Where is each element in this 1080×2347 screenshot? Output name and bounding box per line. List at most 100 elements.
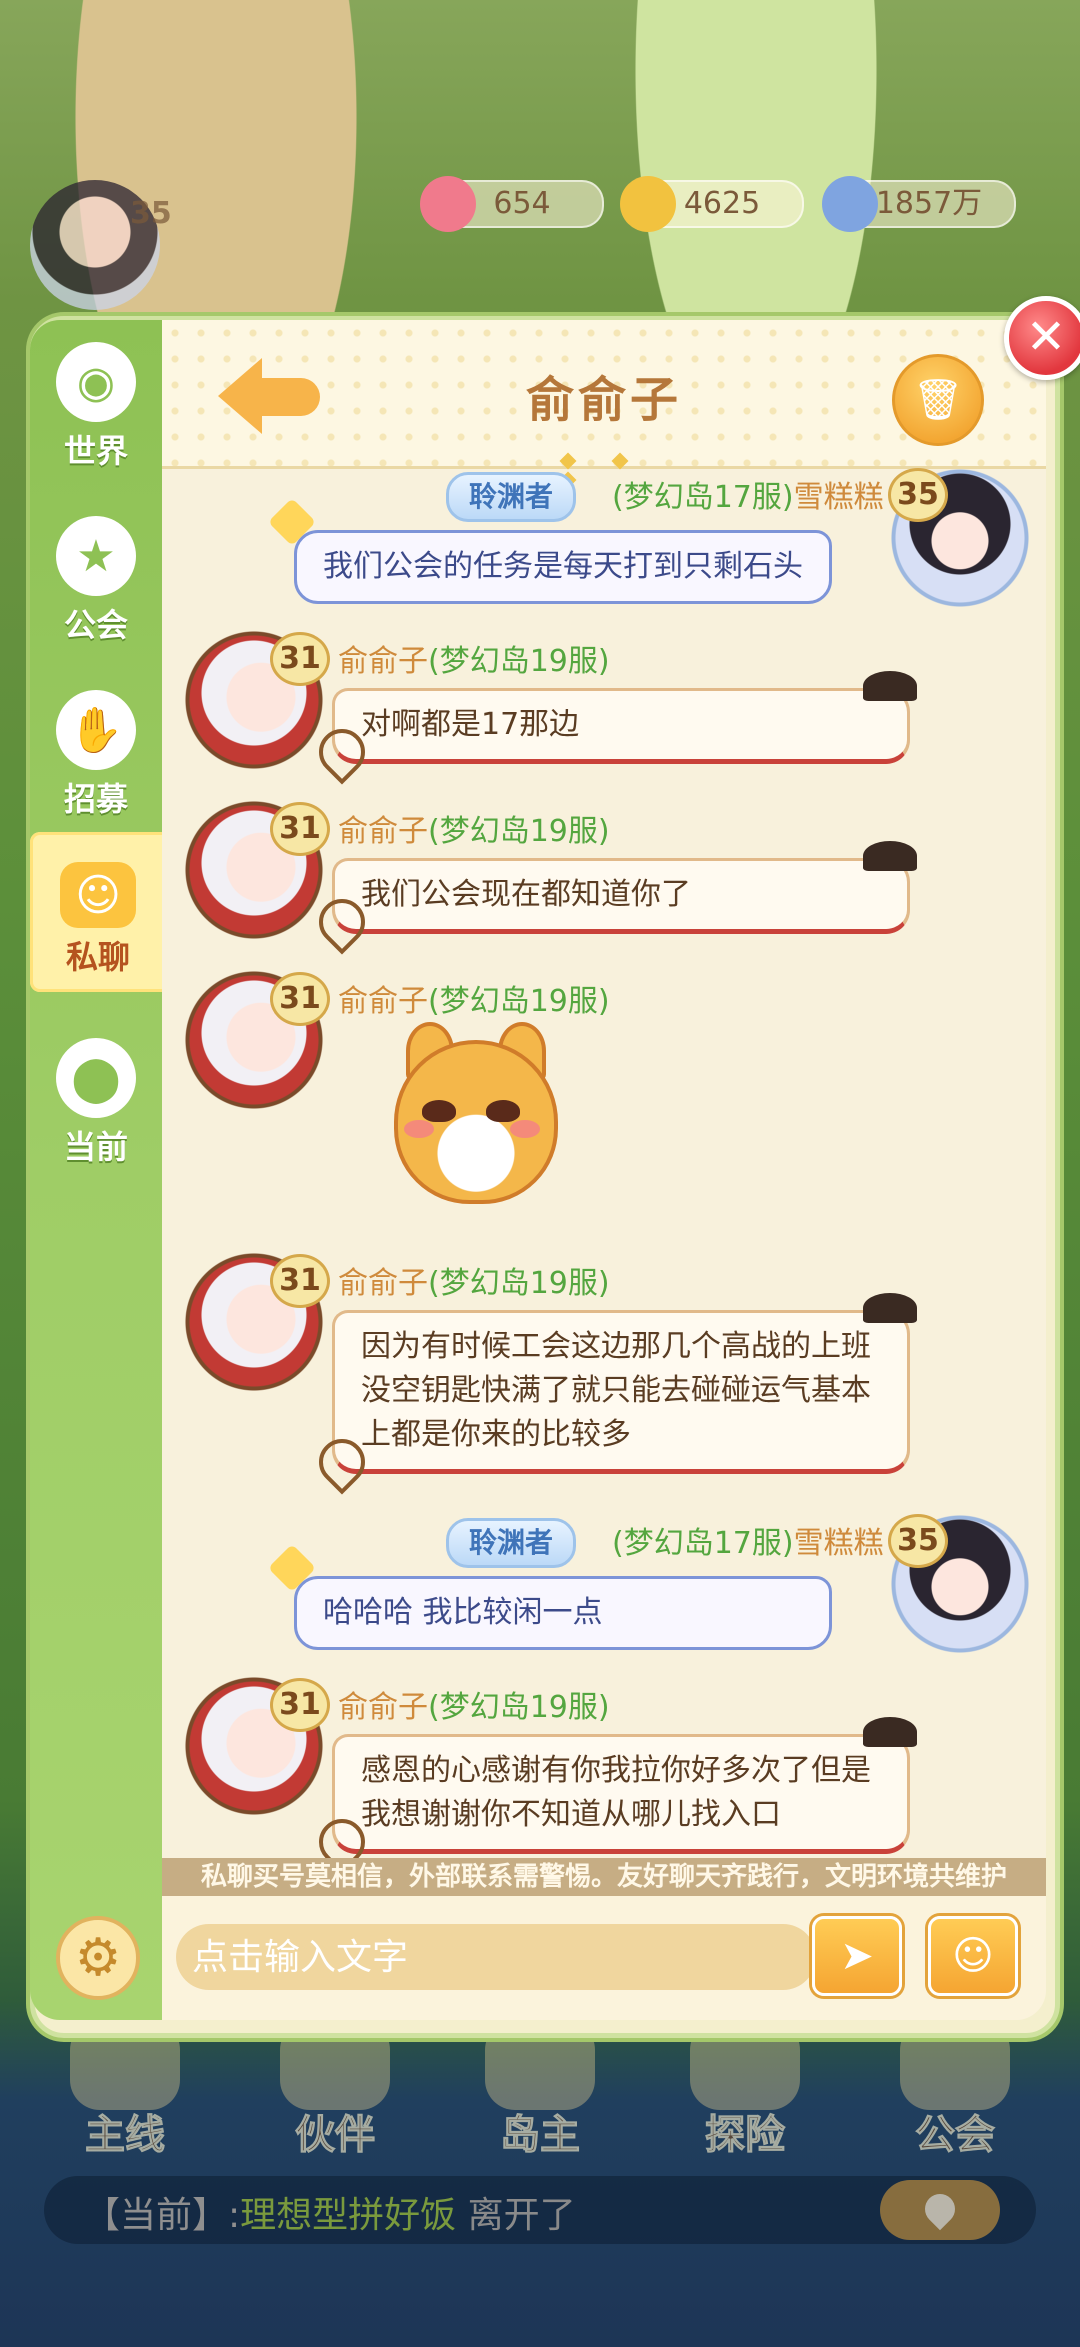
sender-server: (梦幻岛19服) xyxy=(428,644,610,679)
sidebar-label: 当前 xyxy=(63,1128,128,1166)
coin-counter[interactable]: 4625 xyxy=(620,176,804,232)
globe-icon: ◉ xyxy=(56,342,136,422)
sender-line: (梦幻岛17服)雪糕糕 xyxy=(612,1518,884,1562)
location-button[interactable] xyxy=(880,2180,1000,2240)
sender-server: (梦幻岛19服) xyxy=(428,814,610,849)
star-icon xyxy=(267,1543,317,1593)
sender-name: 俞俞子 xyxy=(338,1690,428,1725)
sidebar-item-private-chat[interactable]: ☺ 私聊 xyxy=(30,832,166,992)
location-pin-icon xyxy=(918,2187,962,2231)
nav-guild[interactable]: 公会 xyxy=(880,2020,1030,2170)
sidebar-item-guild[interactable]: ★ 公会 xyxy=(30,504,162,664)
chat-input-bar: ➤ ☺ xyxy=(162,1896,1046,2020)
message-text-line: 上都是你来的比较多 xyxy=(361,1417,631,1452)
sender-server: (梦幻岛19服) xyxy=(428,1266,610,1301)
power-value: 1857万 xyxy=(875,186,983,221)
pirate-hat-icon xyxy=(863,1293,917,1323)
chat-header: 俞俞子 🗑 xyxy=(162,320,1046,489)
shiba-sticker[interactable] xyxy=(394,1022,558,1204)
sidebar-item-recruit[interactable]: ✋ 招募 xyxy=(30,678,162,838)
sender-name: 俞俞子 xyxy=(338,814,428,849)
message-bubble[interactable]: 我们公会现在都知道你了 xyxy=(309,841,917,955)
settings-gear-icon[interactable]: ⚙ xyxy=(56,1916,140,2000)
sender-name: 俞俞子 xyxy=(338,1266,428,1301)
message-bubble[interactable]: 感恩的心感谢有你我拉你好多次了但是 我想谢谢你不知道从哪儿找入口 xyxy=(309,1717,917,1858)
channel-sidebar: ◉ 世界 ★ 公会 ✋ 招募 ☺ 私聊 ⬤ 当前 xyxy=(30,320,166,2020)
sidebar-label: 招募 xyxy=(63,780,128,818)
title-badge: 聆渊者 xyxy=(446,472,577,522)
level-badge: 35 xyxy=(888,1514,948,1568)
sender-line: 俞俞子(梦幻岛19服) xyxy=(338,1682,610,1726)
channel-action: 离开了 xyxy=(467,2195,576,2236)
sidebar-label: 私聊 xyxy=(65,938,130,976)
power-counter[interactable]: 1857万 xyxy=(822,176,1016,232)
coin-icon xyxy=(620,176,676,232)
message-text-line: 我想谢谢你不知道从哪儿找入口 xyxy=(361,1797,781,1832)
chat-bubble-icon: ☺ xyxy=(60,862,136,928)
channel-player-name: 理想型拼好饭 xyxy=(240,2195,457,2236)
bottom-nav: 主线 伙伴 岛主 探险 公会 xyxy=(0,2020,1080,2170)
emoji-icon[interactable]: ☺ xyxy=(928,1916,1018,1996)
nav-partners[interactable]: 伙伴 xyxy=(260,2020,410,2170)
header-decoration xyxy=(542,452,682,489)
title-badge: 聆渊者 xyxy=(446,1518,577,1568)
nav-label: 伙伴 xyxy=(295,2112,376,2159)
sender-name: 俞俞子 xyxy=(338,644,428,679)
nav-main-quest[interactable]: 主线 xyxy=(50,2020,200,2170)
message-text: 哈哈哈 我比较闲一点 xyxy=(323,1595,603,1630)
message-bubble[interactable]: 对啊都是17那边 xyxy=(309,671,917,785)
nav-label: 探险 xyxy=(705,2112,786,2159)
send-icon[interactable]: ➤ xyxy=(812,1916,902,1996)
message-text-line: 因为有时候工会这边那几个高战的上班 xyxy=(361,1329,871,1364)
star-icon xyxy=(267,497,317,547)
sender-server: (梦幻岛17服) xyxy=(612,1526,794,1561)
location-pin-icon: ⬤ xyxy=(56,1038,136,1118)
sender-server: (梦幻岛17服) xyxy=(612,480,794,515)
nav-adventure[interactable]: 探险 xyxy=(670,2020,820,2170)
sender-server: (梦幻岛19服) xyxy=(428,1690,610,1725)
resource-bar: 654 4625 1857万 xyxy=(0,176,1080,240)
message-input[interactable] xyxy=(176,1924,816,1990)
pirate-hat-icon xyxy=(863,671,917,701)
sidebar-label: 世界 xyxy=(63,432,128,470)
sender-line: 俞俞子(梦幻岛19服) xyxy=(338,636,610,680)
current-channel-bar[interactable]: 【当前】:理想型拼好饭 离开了 xyxy=(44,2176,1036,2244)
sidebar-item-world[interactable]: ◉ 世界 xyxy=(30,330,162,490)
message-text-line: 没空钥匙快满了就只能去碰碰运气基本 xyxy=(361,1373,871,1408)
message-text: 我们公会的任务是每天打到只剩石头 xyxy=(323,549,803,584)
level-badge: 35 xyxy=(888,468,948,522)
handshake-icon: ✋ xyxy=(56,690,136,770)
sender-line: 俞俞子(梦幻岛19服) xyxy=(338,1258,610,1302)
gem-counter[interactable]: 654 xyxy=(420,176,604,232)
nav-label: 主线 xyxy=(85,2112,166,2159)
coin-value: 4625 xyxy=(683,186,761,221)
chat-area: 俞俞子 🗑 聆渊者 (梦幻岛17服)雪糕糕 35 我们公会的任务是每天打到只剩石… xyxy=(162,320,1046,2020)
message-text: 我们公会现在都知道你了 xyxy=(361,877,691,912)
gem-value: 654 xyxy=(493,186,551,221)
message-text-line: 感恩的心感谢有你我拉你好多次了但是 xyxy=(361,1753,871,1788)
message-bubble[interactable]: 哈哈哈 我比较闲一点 xyxy=(267,1543,832,1650)
level-badge: 31 xyxy=(270,972,330,1026)
sender-name: 雪糕糕 xyxy=(793,1526,884,1561)
gem-icon xyxy=(420,176,476,232)
sender-line: 俞俞子(梦幻岛19服) xyxy=(338,806,610,850)
pirate-hat-icon xyxy=(863,841,917,871)
nav-island-lord[interactable]: 岛主 xyxy=(465,2020,615,2170)
level-badge: 31 xyxy=(270,1678,330,1732)
swords-icon xyxy=(822,176,878,232)
pirate-hat-icon xyxy=(863,1717,917,1747)
message-bubble[interactable]: 因为有时候工会这边那几个高战的上班 没空钥匙快满了就只能去碰碰运气基本 上都是你… xyxy=(309,1293,917,1495)
current-channel-text: 【当前】:理想型拼好饭 离开了 xyxy=(84,2186,576,2238)
sender-server: (梦幻岛19服) xyxy=(428,984,610,1019)
level-badge: 31 xyxy=(270,632,330,686)
message-bubble[interactable]: 我们公会的任务是每天打到只剩石头 xyxy=(267,497,832,604)
sidebar-item-current[interactable]: ⬤ 当前 xyxy=(30,1026,162,1186)
nav-label: 岛主 xyxy=(500,2112,581,2159)
level-badge: 31 xyxy=(270,1254,330,1308)
nav-label: 公会 xyxy=(915,2112,996,2159)
channel-prefix: 【当前】: xyxy=(84,2195,241,2236)
guild-flag-icon: ★ xyxy=(56,516,136,596)
close-icon[interactable]: ✕ xyxy=(1004,296,1080,380)
trash-icon[interactable]: 🗑 xyxy=(892,354,984,446)
message-list[interactable]: 聆渊者 (梦幻岛17服)雪糕糕 35 我们公会的任务是每天打到只剩石头 31 俞… xyxy=(162,466,1046,1858)
